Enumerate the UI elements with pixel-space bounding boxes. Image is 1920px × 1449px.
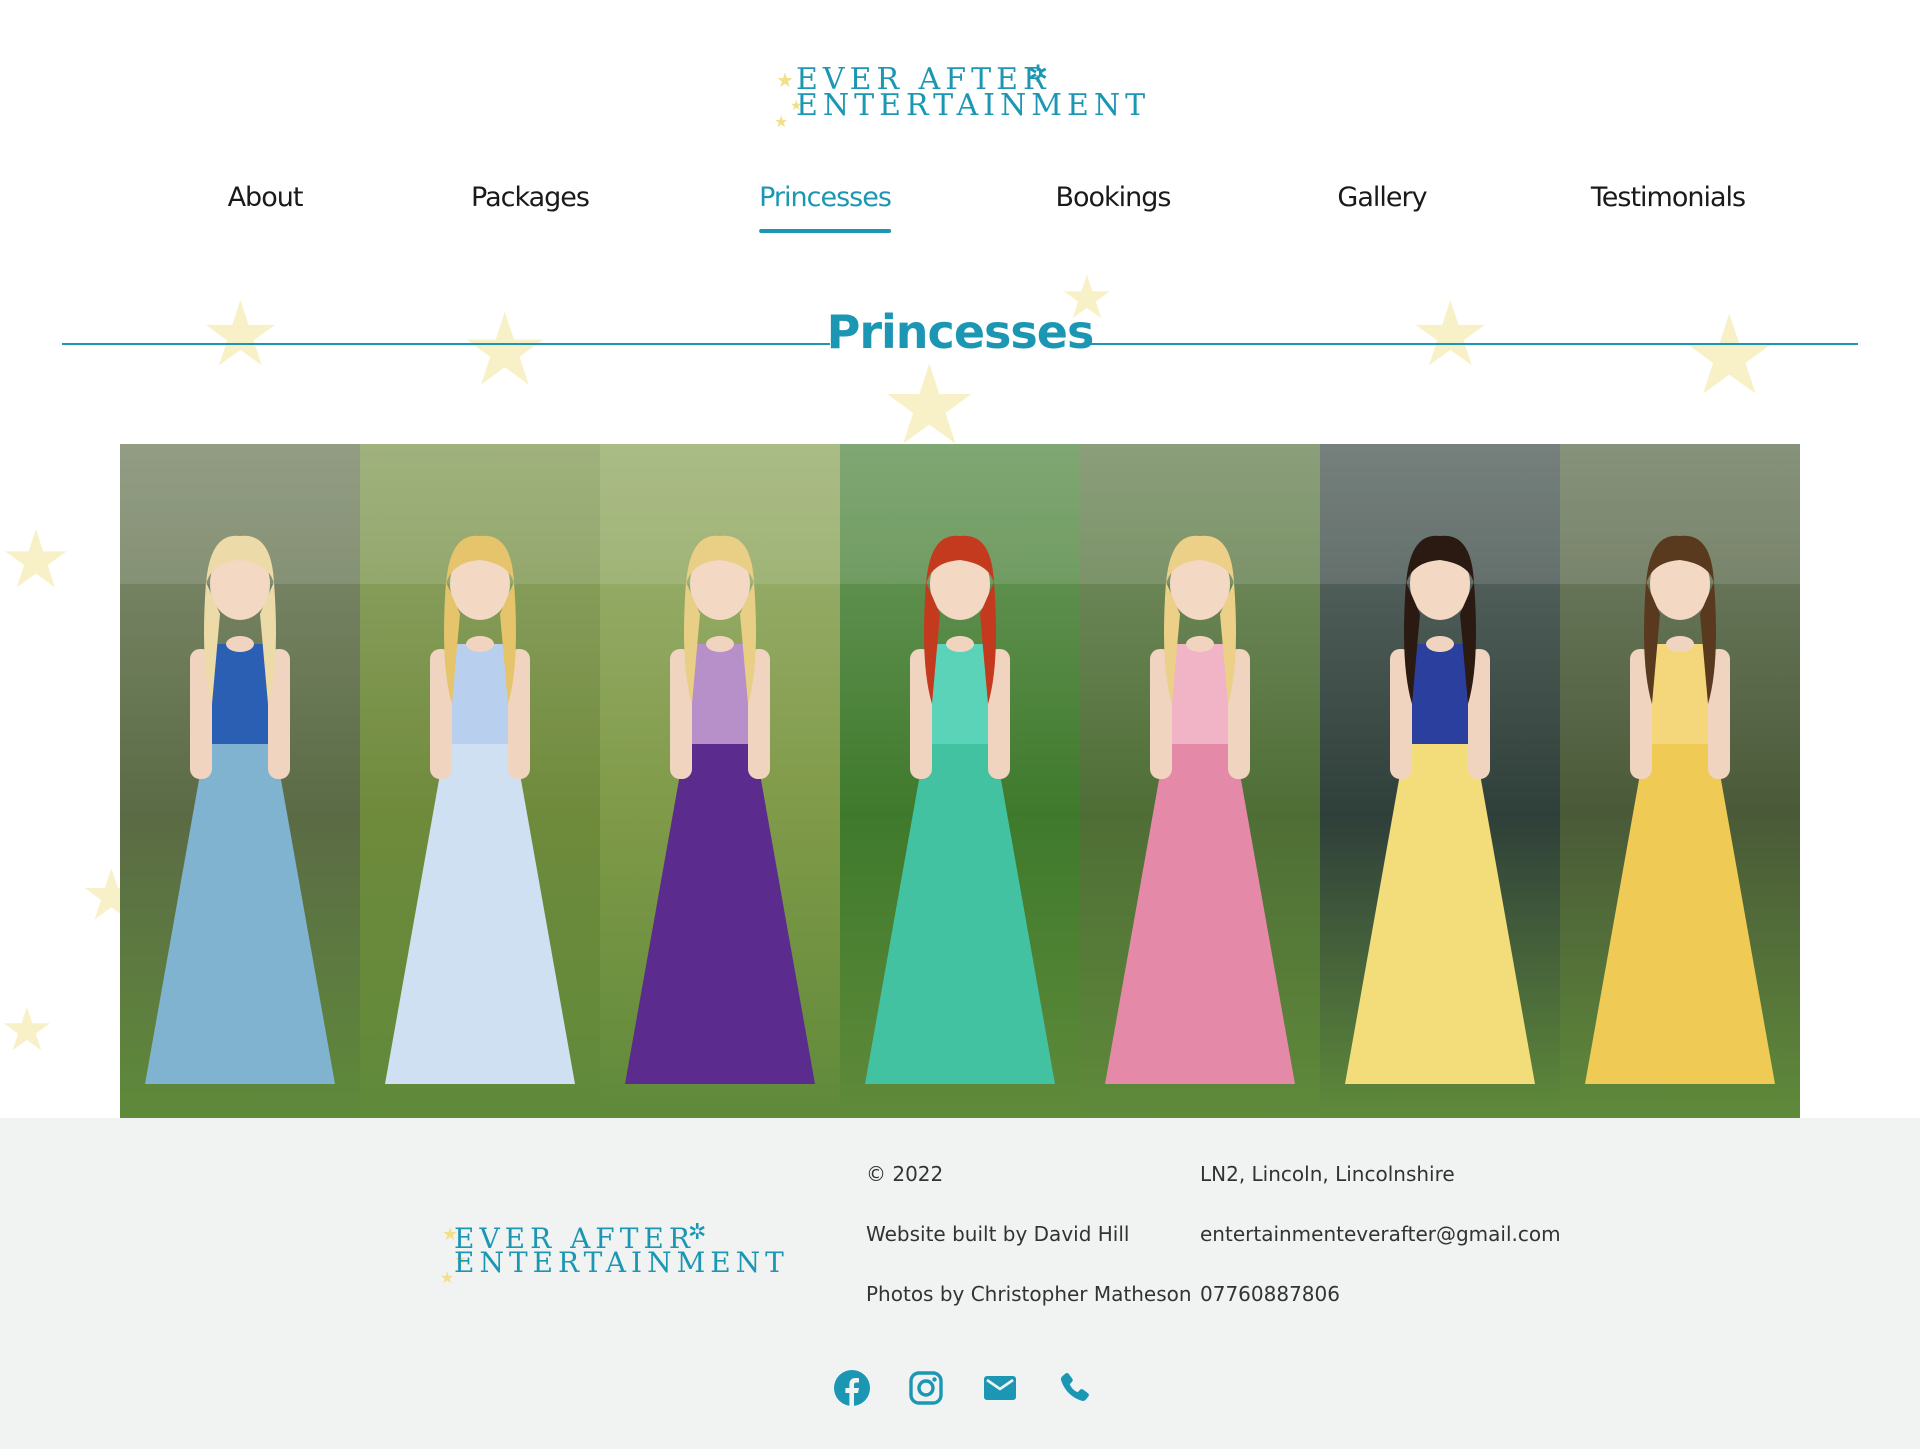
logo-line-2: ENTERTAINMENT xyxy=(796,88,1151,123)
main-nav: About Packages Princesses Bookings Galle… xyxy=(0,182,1920,242)
nav-testimonials[interactable]: Testimonials xyxy=(1591,182,1746,213)
wand-icon: ✲ xyxy=(688,1220,707,1245)
photos-by: Photos by Christopher Matheson xyxy=(866,1282,1192,1306)
social-links xyxy=(834,1370,1092,1406)
page: ★ ★ ★ ★ ★ ★ ★ ★ ★ ★ ★ ★ EVER AFTER ✲ ENTERTAINME… xyxy=(0,0,1920,1449)
rapunzel-photo[interactable] xyxy=(600,444,840,1118)
background-star-icon: ★ xyxy=(0,995,54,1065)
phone-icon[interactable] xyxy=(1056,1370,1092,1406)
footer-logo[interactable]: ★ ★ ★ EVER AFTER ✲ ENTERTAINMENT xyxy=(440,1218,789,1298)
logo-line-2: ENTERTAINMENT xyxy=(454,1246,789,1279)
nav-princesses-label: Princesses xyxy=(759,182,892,213)
nav-bookings[interactable]: Bookings xyxy=(1055,182,1171,213)
star-icon: ★ xyxy=(440,1268,455,1287)
nav-about[interactable]: About xyxy=(228,182,304,213)
background-star-icon: ★ xyxy=(0,513,72,606)
phone-link[interactable]: 07760887806 xyxy=(1200,1282,1340,1306)
active-indicator xyxy=(759,229,891,233)
built-by: Website built by David Hill xyxy=(866,1222,1130,1246)
belle-photo[interactable] xyxy=(1560,444,1800,1118)
location: LN2, Lincoln, Lincolnshire xyxy=(1200,1162,1455,1186)
cinderella-photo[interactable] xyxy=(360,444,600,1118)
wand-icon: ✲ xyxy=(1028,60,1049,88)
frozen-sisters-photo[interactable] xyxy=(120,444,360,1118)
header-logo[interactable]: ★ ★ ★ EVER AFTER ✲ ENTERTAINMENT xyxy=(774,58,1145,138)
email-link[interactable]: entertainmenteverafter@gmail.com xyxy=(1200,1222,1561,1246)
nav-princesses[interactable]: Princesses xyxy=(759,182,892,233)
facebook-icon[interactable] xyxy=(834,1370,870,1406)
aurora-photo[interactable] xyxy=(1080,444,1320,1118)
star-icon: ★ xyxy=(776,68,794,92)
princess-gallery xyxy=(120,444,1800,1118)
nav-gallery[interactable]: Gallery xyxy=(1337,182,1427,213)
instagram-icon[interactable] xyxy=(908,1370,944,1406)
ariel-photo[interactable] xyxy=(840,444,1080,1118)
email-icon[interactable] xyxy=(982,1370,1018,1406)
nav-packages[interactable]: Packages xyxy=(471,182,590,213)
star-icon: ★ xyxy=(774,112,789,131)
copyright: © 2022 xyxy=(866,1162,944,1186)
page-title: Princesses xyxy=(826,305,1095,359)
snow-white-photo[interactable] xyxy=(1320,444,1560,1118)
